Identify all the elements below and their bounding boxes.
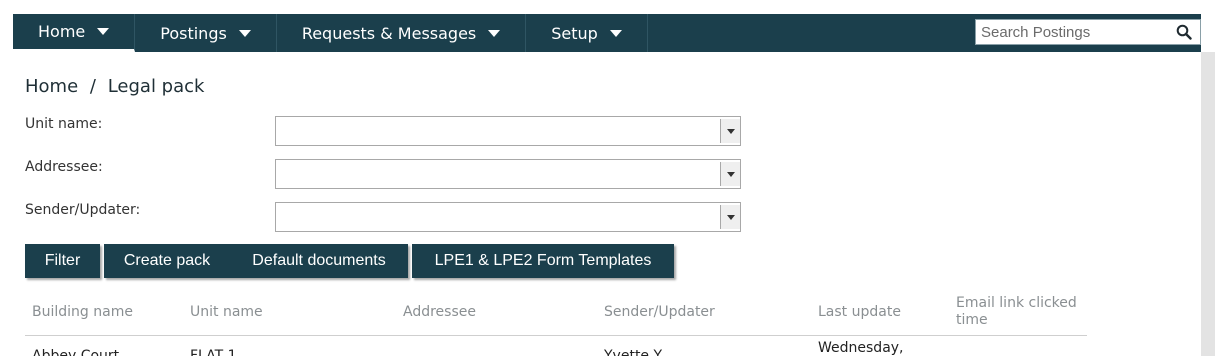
chevron-down-icon [238, 29, 251, 37]
column-email-link-clicked-time[interactable]: Email link clicked time [956, 295, 1084, 329]
create-pack-button[interactable]: Create pack [104, 244, 230, 278]
dropdown-arrow-icon[interactable] [720, 162, 740, 186]
addressee-row: Addressee: [25, 159, 745, 189]
column-sender-updater[interactable]: Sender/Updater [604, 304, 715, 320]
pack-button-group: Create pack Default documents [104, 244, 408, 278]
breadcrumb-separator: / [89, 76, 96, 97]
lpe-templates-button[interactable]: LPE1 & LPE2 Form Templates [412, 244, 674, 278]
breadcrumb-current: Legal pack [107, 76, 205, 97]
unit-name-row: Unit name: [25, 116, 745, 146]
nav-postings-label: Postings [160, 23, 227, 43]
nav-home[interactable]: Home [13, 14, 136, 52]
chevron-down-icon [609, 29, 622, 37]
column-last-update[interactable]: Last update [818, 304, 901, 320]
sender-select[interactable] [275, 202, 741, 232]
nav-postings[interactable]: Postings [135, 14, 277, 52]
dropdown-arrow-icon[interactable] [720, 205, 740, 229]
addressee-select[interactable] [275, 159, 741, 189]
search-box [975, 19, 1201, 45]
breadcrumb-home[interactable]: Home [25, 76, 78, 97]
column-addressee[interactable]: Addressee [403, 304, 476, 320]
column-unit-name[interactable]: Unit name [190, 304, 263, 320]
unit-name-select[interactable] [275, 116, 741, 146]
dropdown-arrow-icon[interactable] [720, 119, 740, 143]
right-gutter [1201, 52, 1215, 356]
unit-name-label: Unit name: [25, 116, 103, 132]
nav-requests-label: Requests & Messages [301, 23, 477, 43]
filter-button[interactable]: Filter [25, 244, 100, 278]
cell-building: Abbey Court [32, 348, 120, 356]
default-documents-button[interactable]: Default documents [230, 244, 408, 278]
chevron-down-icon [97, 28, 110, 35]
top-band [0, 0, 1215, 14]
chevron-down-icon [488, 29, 501, 37]
nav-requests-messages[interactable]: Requests & Messages [277, 14, 527, 52]
cell-last-update: Wednesday, [818, 340, 904, 356]
addressee-label: Addressee: [25, 159, 103, 175]
search-input[interactable] [976, 20, 1172, 44]
breadcrumb: Home / Legal pack [25, 76, 204, 97]
nav-setup[interactable]: Setup [526, 14, 648, 52]
nav-home-label: Home [38, 22, 86, 41]
nav-setup-label: Setup [551, 23, 598, 43]
action-buttons: Filter Create pack Default documents LPE… [25, 244, 674, 278]
sender-label: Sender/Updater: [25, 202, 141, 218]
search-icon[interactable] [1172, 20, 1196, 44]
cell-sender: Yvette Y [604, 348, 663, 356]
column-building-name[interactable]: Building name [32, 304, 133, 320]
table-row[interactable]: Abbey Court FLAT 1 Yvette Y Wednesday, [25, 336, 1087, 356]
table-header: Building name Unit name Addressee Sender… [25, 294, 1087, 336]
left-gutter [0, 52, 13, 356]
cell-unit: FLAT 1 [190, 348, 237, 356]
sender-row: Sender/Updater: [25, 202, 745, 232]
